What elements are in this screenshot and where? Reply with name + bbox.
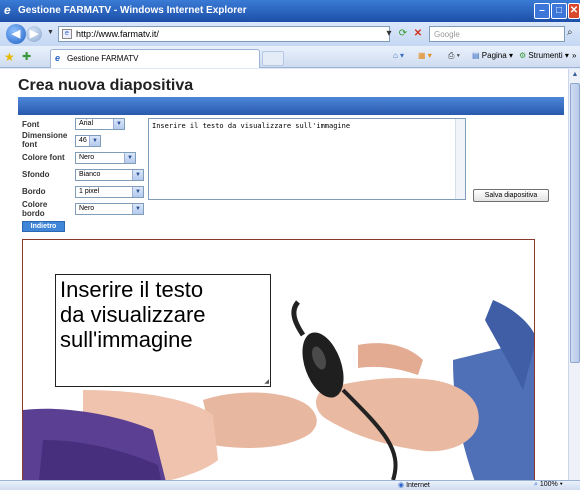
page-menu-icon: ▤ — [472, 51, 480, 60]
header-band — [18, 97, 564, 115]
background-select[interactable]: Bianco ▼ — [75, 169, 144, 181]
background-label: Sfondo — [22, 170, 50, 179]
slide-text-value: Inserire il testo da visualizzare sull'i… — [152, 122, 351, 130]
scroll-up-icon[interactable]: ▲ — [570, 70, 580, 80]
zoom-value: 100% — [539, 481, 558, 488]
print-icon[interactable]: ⎙ ▾ — [448, 51, 460, 61]
ie-icon: e — [4, 3, 11, 17]
minimize-button[interactable]: – — [534, 3, 550, 19]
back-arrow-icon[interactable]: ◀ — [6, 24, 26, 44]
tab-page-icon: e — [55, 53, 61, 63]
security-zone: ◉ Internet — [398, 481, 430, 489]
tab-bar: ★ ✚ e Gestione FARMATV ⌂ ▾ ▦ ▾ ⎙ ▾ ▤ Pag… — [0, 46, 580, 68]
chevron-down-icon: ▼ — [124, 153, 135, 163]
zoom-control[interactable]: ⌕ 100% ▾ — [534, 481, 563, 489]
status-bar: ◉ Internet ⌕ 100% ▾ — [0, 480, 580, 490]
zone-label: Internet — [406, 482, 430, 489]
page-title: Crea nuova diapositiva — [18, 77, 194, 94]
chevron-down-icon: ▼ — [113, 119, 124, 129]
overlay-line-1: Inserire il testo — [60, 277, 204, 302]
url-field[interactable]: e http://www.farmatv.it/ — [58, 26, 390, 42]
page-content: Crea nuova diapositiva Font Dimensione f… — [0, 69, 568, 480]
back-button[interactable]: Indietro — [22, 221, 65, 232]
size-select[interactable]: 46 ▼ — [75, 135, 101, 147]
font-label: Font — [22, 120, 40, 129]
chevron-down-icon: ▼ — [89, 136, 100, 146]
chevron-down-icon: ▼ — [132, 170, 143, 180]
page-menu-label: Pagina — [481, 51, 507, 60]
color-select-value: Nero — [79, 154, 95, 161]
size-select-value: 46 — [79, 137, 87, 144]
slide-text-input[interactable]: Inserire il testo da visualizzare sull'i… — [148, 118, 466, 200]
color-label: Colore font — [22, 153, 65, 162]
zoom-icon: ⌕ — [534, 481, 538, 488]
home-icon[interactable]: ⌂ ▾ — [393, 51, 404, 60]
tools-menu-label: Strumenti — [528, 51, 563, 60]
refresh-icon[interactable]: ⟳ — [396, 27, 410, 41]
resize-grip-icon[interactable]: ◢ — [264, 378, 269, 385]
title-bar: e Gestione FARMATV - Windows Internet Ex… — [0, 0, 580, 22]
scroll-thumb[interactable] — [570, 83, 580, 363]
chevron-down-icon: ▼ — [132, 187, 143, 197]
search-icon[interactable]: ⌕ — [567, 27, 573, 38]
tools-menu[interactable]: ⚙ Strumenti ▾ — [519, 51, 569, 60]
page-scrollbar[interactable]: ▲ — [568, 69, 580, 480]
border-color-select-value: Nero — [79, 205, 95, 212]
add-favorites-icon[interactable]: ✚ — [22, 50, 31, 63]
browser-window: e Gestione FARMATV - Windows Internet Ex… — [0, 0, 580, 490]
window-title: Gestione FARMATV - Windows Internet Expl… — [18, 5, 247, 16]
forward-arrow-icon[interactable]: ▶ — [26, 26, 42, 42]
stop-icon[interactable]: ✕ — [411, 27, 425, 41]
font-select[interactable]: Arial ▼ — [75, 118, 125, 130]
border-color-select[interactable]: Nero ▼ — [75, 203, 144, 215]
more-commands-icon[interactable]: » — [572, 51, 576, 60]
border-label: Bordo — [22, 187, 46, 196]
chevron-down-icon: ▼ — [132, 204, 143, 214]
url-text: http://www.farmatv.it/ — [76, 29, 159, 39]
border-color-label: Colore bordo — [22, 200, 48, 218]
overlay-line-3: sull'immagine — [60, 327, 193, 352]
search-input[interactable]: Google — [429, 26, 565, 42]
recent-pages-dropdown[interactable]: ▼ — [47, 29, 54, 36]
favorites-star-icon[interactable]: ★ — [4, 50, 15, 64]
color-select[interactable]: Nero ▼ — [75, 152, 136, 164]
overlay-line-2: da visualizzare — [60, 302, 206, 327]
maximize-button[interactable]: □ — [551, 3, 567, 19]
url-dropdown-icon[interactable]: ▾ — [382, 27, 396, 41]
globe-icon: ◉ — [398, 482, 405, 489]
search-placeholder: Google — [434, 30, 460, 39]
tab-title: Gestione FARMATV — [67, 54, 139, 63]
page-menu[interactable]: ▤ Pagina ▾ — [472, 51, 513, 60]
border-select[interactable]: 1 pixel ▼ — [75, 186, 144, 198]
overlay-text: Inserire il testo da visualizzare sull'i… — [60, 277, 206, 352]
textarea-scrollbar[interactable] — [455, 119, 465, 199]
close-button[interactable]: ✕ — [568, 3, 580, 19]
border-select-value: 1 pixel — [79, 188, 100, 195]
size-label: Dimensione font — [22, 131, 68, 149]
tools-menu-icon: ⚙ — [519, 51, 527, 60]
background-select-value: Bianco — [79, 171, 101, 178]
font-select-value: Arial — [79, 120, 94, 127]
address-bar: ◀ ▶ ▼ e http://www.farmatv.it/ ▾ ⟳ ✕ Goo… — [0, 22, 580, 46]
new-tab-button[interactable] — [262, 51, 284, 66]
tab-gestione-farmatv[interactable]: e Gestione FARMATV — [50, 49, 260, 68]
slide-preview: Inserire il testo da visualizzare sull'i… — [22, 239, 535, 480]
save-slide-button[interactable]: Salva diapositiva — [473, 189, 549, 202]
page-icon: e — [62, 29, 72, 39]
feeds-icon[interactable]: ▦ ▾ — [418, 51, 432, 60]
text-overlay-box[interactable]: Inserire il testo da visualizzare sull'i… — [55, 274, 271, 387]
